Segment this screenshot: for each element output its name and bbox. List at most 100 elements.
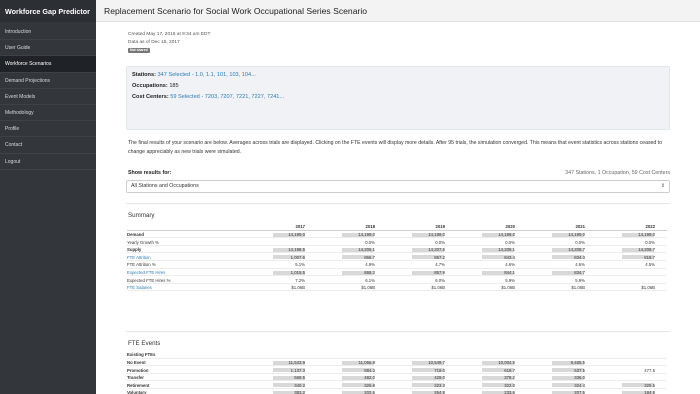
stations-label: Stations: — [132, 72, 156, 78]
table-cell: 719.0 — [434, 367, 445, 373]
table-row: FTE Attrition % 5.1% 4.9% 4.7% 4.6% 4.6% 4.5% — [127, 261, 667, 269]
cost-centers-link[interactable]: 59 Selected - 7203, 7207, 7221, 7227, 72… — [170, 94, 284, 100]
row-label[interactable]: Expected FTE Hires — [127, 270, 165, 275]
occupations-line: Occupations: 185 — [132, 83, 179, 89]
table-cell: 4.5% — [645, 262, 655, 268]
table-cell: 0.0% — [645, 239, 655, 245]
sidebar: Workforce Gap Predictor Introduction User… — [0, 0, 96, 394]
table-cell: 324.4 — [574, 382, 585, 388]
table-row: No Event 11,543.9 11,066.8 10,549.7 10,004.5… — [127, 359, 667, 367]
sidebar-item-demand-projections[interactable]: Demand Projections — [0, 73, 96, 89]
table-cell: 834.3 — [574, 254, 585, 260]
table-cell: 10,549.7 — [428, 359, 445, 365]
table-cell: $1.06B — [431, 285, 445, 291]
table-row: Expected FTE Hires 1,015.5 868.3 857.9 844.1… — [127, 269, 667, 277]
divider — [126, 331, 670, 332]
table-cell: 857.9 — [434, 269, 445, 275]
table-cell: 7.2% — [295, 277, 305, 283]
table-cell: 618.7 — [504, 367, 515, 373]
table-cell: 5.1% — [295, 262, 305, 268]
table-cell: 264.9 — [434, 390, 445, 394]
table-row: FTE Salaries $1.06B $1.06B $1.06B $1.06B $1.0… — [127, 284, 667, 292]
sidebar-item-methodology[interactable]: Methodology — [0, 105, 96, 122]
sidebar-item-contact[interactable]: Contact — [0, 137, 96, 154]
table-cell: 569.5 — [294, 375, 305, 381]
table-cell: 834.7 — [574, 269, 585, 275]
show-results-label: Show results for: — [128, 170, 172, 176]
row-label[interactable]: FTE Salaries — [127, 285, 152, 290]
row-label: Voluntary — [127, 390, 147, 394]
table-cell: 884.3 — [364, 367, 375, 373]
row-label: Supply — [127, 247, 142, 253]
table-cell: 14,199.0 — [568, 231, 585, 237]
table-row: Voluntary 383.2 202.6 264.9 233.6 207.5 184.9 — [127, 389, 667, 394]
table-row: Retirement 340.2 326.8 323.3 322.0 324.4 325.5 — [127, 381, 667, 389]
table-cell: 14,208.7 — [568, 247, 585, 253]
table-cell: $1.06B — [291, 285, 305, 291]
scenario-meta: Created May 17, 2018 at 9:34 am EDT Data… — [128, 31, 210, 55]
cost-centers-label: Cost Centers: — [132, 94, 169, 100]
table-cell: 4.7% — [435, 262, 445, 268]
sidebar-item-profile[interactable]: Profile — [0, 121, 96, 138]
cost-centers-line: Cost Centers: 59 Selected - 7203, 7207, … — [132, 94, 284, 100]
row-label[interactable]: FTE Attrition — [127, 255, 151, 260]
table-row: Demand 14,199.0 14,199.0 14,199.0 14,199.0 14… — [127, 231, 667, 239]
table-cell: 336.0 — [574, 375, 585, 381]
table-cell: 14,199.0 — [288, 231, 305, 237]
table-cell: 0.0% — [505, 239, 515, 245]
data-as-of-text: Data as of Dec 15, 2017 — [128, 40, 180, 45]
stations-link[interactable]: 347 Selected - 1.0, 1.1, 101, 103, 104..… — [158, 72, 256, 78]
fte-events-title: FTE Events — [128, 340, 161, 347]
table-cell: 10,004.5 — [498, 359, 515, 365]
results-filter-select[interactable]: All Stations and Occupations ⇕ — [126, 180, 670, 193]
table-cell: 325.5 — [644, 382, 655, 388]
table-cell: 378.2 — [504, 375, 515, 381]
table-cell: 866.7 — [364, 254, 375, 260]
sidebar-item-logout[interactable]: Logout — [0, 154, 96, 170]
table-cell: 0.0% — [575, 239, 585, 245]
table-cell: 207.5 — [574, 390, 585, 394]
year-header: 2019 — [435, 224, 445, 230]
table-cell: 326.8 — [364, 382, 375, 388]
table-cell: 383.2 — [294, 390, 305, 394]
table-row: FTE Attrition 1,007.6 866.7 857.2 843.4 834.3… — [127, 253, 667, 261]
table-cell: 202.6 — [364, 390, 375, 394]
table-cell: 429.0 — [434, 375, 445, 381]
row-label: Demand — [127, 231, 144, 237]
table-cell: 14,199.0 — [428, 231, 445, 237]
row-label: No Event — [127, 359, 146, 365]
show-results-row: Show results for: 347 Stations, 1 Occupa… — [128, 170, 670, 178]
table-cell: 482.0 — [364, 375, 375, 381]
table-cell: 6.1% — [365, 277, 375, 283]
summary-title: Summary — [128, 212, 155, 219]
table-cell: 868.3 — [364, 269, 375, 275]
app-brand[interactable]: Workforce Gap Predictor — [0, 0, 96, 22]
row-label: Transfer — [127, 375, 144, 381]
sidebar-item-workforce-scenarios[interactable]: Workforce Scenarios — [0, 56, 96, 73]
table-cell: 14,208.7 — [638, 247, 655, 253]
sidebar-item-user-guide[interactable]: User Guide — [0, 40, 96, 57]
table-cell: 4.6% — [505, 262, 515, 268]
selection-summary: 347 Stations, 1 Occupation, 59 Cost Cent… — [565, 170, 670, 176]
table-header-row: 2017 2018 2019 2020 2021 2022 — [127, 223, 667, 231]
year-header: 2022 — [645, 224, 655, 230]
table-cell: 184.9 — [644, 390, 655, 394]
year-header: 2017 — [295, 224, 305, 230]
table-cell: 843.4 — [504, 254, 515, 260]
table-cell: 14,206.1 — [358, 247, 375, 253]
divider — [126, 203, 670, 204]
sidebar-item-event-models[interactable]: Event Models — [0, 89, 96, 105]
table-cell: 5.9% — [505, 277, 515, 283]
sidebar-item-introduction[interactable]: Introduction — [0, 24, 96, 41]
results-filter-value: All Stations and Occupations — [131, 183, 199, 189]
select-caret-icon: ⇕ — [660, 183, 665, 189]
table-cell: $1.06B — [571, 285, 585, 291]
table-cell: 14,199.0 — [498, 231, 515, 237]
occupations-label: Occupations: — [132, 83, 168, 89]
created-text: Created May 17, 2018 at 9:34 am EDT — [128, 32, 211, 37]
table-cell: 14,207.5 — [428, 247, 445, 253]
table-cell: 5.9% — [575, 277, 585, 283]
table-row: Promotion 1,137.3 884.3 719.0 618.7 537.5 477.… — [127, 366, 667, 374]
table-cell: 14,198.5 — [288, 247, 305, 253]
year-header: 2021 — [575, 224, 585, 230]
